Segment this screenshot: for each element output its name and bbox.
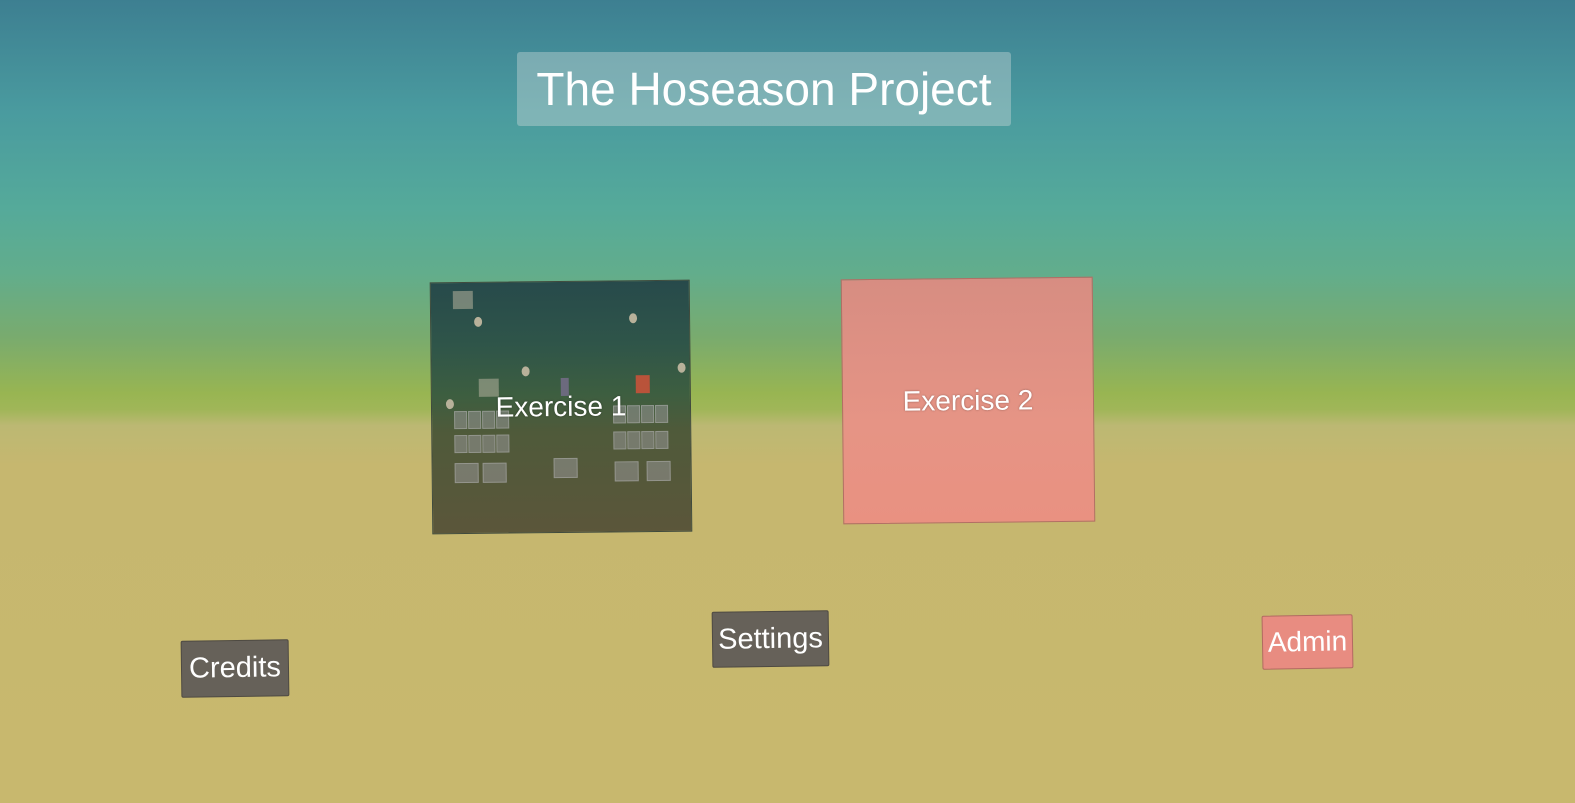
- admin-button[interactable]: Admin: [1261, 614, 1354, 670]
- exercise-1-card[interactable]: Exercise 1: [429, 279, 693, 535]
- settings-button[interactable]: Settings: [711, 610, 830, 668]
- page-title: The Hoseason Project: [536, 63, 992, 115]
- exercise-2-label: Exercise 2: [902, 383, 1034, 417]
- exercise-2-card[interactable]: Exercise 2: [840, 276, 1096, 525]
- exercise-1-label: Exercise 1: [495, 390, 627, 423]
- credits-button[interactable]: Credits: [180, 639, 290, 698]
- title-panel: The Hoseason Project: [517, 52, 1011, 126]
